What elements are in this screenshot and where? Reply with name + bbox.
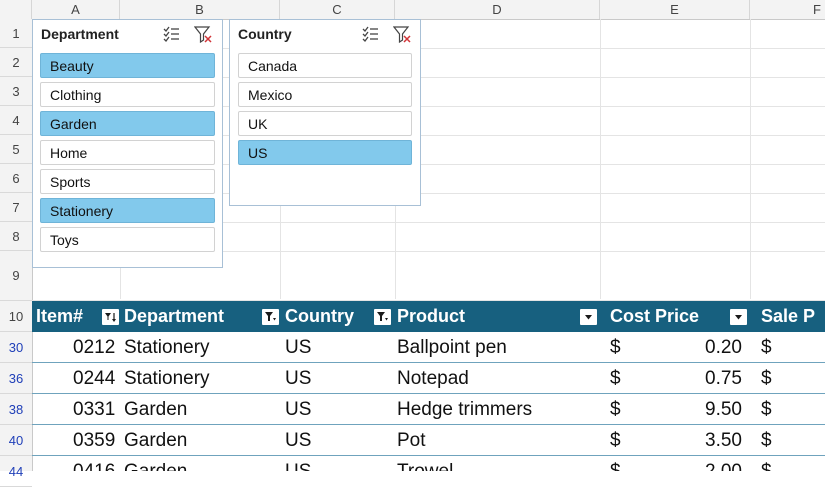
filter-dropdown-icon[interactable] — [580, 309, 597, 325]
header-item-number[interactable]: Item# — [36, 301, 83, 332]
slicer-item-toys[interactable]: Toys — [40, 227, 215, 252]
cell-product[interactable]: Notepad — [397, 363, 469, 394]
cell-cost-price[interactable]: 0.20 — [652, 332, 742, 363]
slicer-item-beauty[interactable]: Beauty — [40, 53, 215, 78]
department-slicer[interactable]: Department Beauty Clothing Garden Home S… — [32, 19, 223, 268]
multi-select-icon[interactable] — [162, 25, 180, 43]
header-product[interactable]: Product — [397, 301, 465, 332]
cell-product[interactable]: Ballpoint pen — [397, 332, 507, 363]
cell-cost-price[interactable]: 2.00 — [652, 456, 742, 471]
column-header-a[interactable]: A — [32, 0, 120, 19]
cell-department[interactable]: Garden — [124, 425, 187, 456]
cell-currency: $ — [610, 399, 621, 420]
cell-country[interactable]: US — [285, 332, 311, 363]
row-header[interactable]: 4 — [0, 106, 32, 135]
slicer-item-sports[interactable]: Sports — [40, 169, 215, 194]
slicer-item-stationery[interactable]: Stationery — [40, 198, 215, 223]
clear-filter-icon[interactable] — [194, 25, 212, 43]
cell-country[interactable]: US — [285, 456, 311, 471]
cell-department[interactable]: Garden — [124, 394, 187, 425]
slicer-item-canada[interactable]: Canada — [238, 53, 412, 78]
filter-applied-icon[interactable] — [262, 309, 279, 325]
slicer-item-uk[interactable]: UK — [238, 111, 412, 136]
cell-sale-currency[interactable]: $ — [761, 332, 772, 363]
gridline — [750, 19, 751, 299]
cell-sale-currency[interactable]: $ — [761, 425, 772, 456]
row-header[interactable]: 8 — [0, 222, 32, 251]
column-header-e[interactable]: E — [600, 0, 750, 19]
slicer-item-clothing[interactable]: Clothing — [40, 82, 215, 107]
cell-currency: $ — [610, 368, 621, 389]
column-header-b[interactable]: B — [120, 0, 280, 19]
cell-country[interactable]: US — [285, 363, 311, 394]
cell-product[interactable]: Hedge trimmers — [397, 394, 532, 425]
row-header[interactable]: 10 — [0, 301, 32, 332]
table-row: 0212 Stationery US Ballpoint pen $ 0.20 … — [32, 332, 825, 363]
cell-cost-price[interactable]: 0.75 — [652, 363, 742, 394]
cell-country[interactable]: US — [285, 425, 311, 456]
cell-item-number[interactable]: 0416 — [73, 456, 115, 471]
header-country[interactable]: Country — [285, 301, 354, 332]
column-headers: A B C D E F — [0, 0, 825, 20]
cell-department[interactable]: Stationery — [124, 363, 210, 394]
column-header-f[interactable]: F — [750, 0, 825, 19]
cell-department[interactable]: Stationery — [124, 332, 210, 363]
cell-currency: $ — [610, 337, 621, 358]
clear-filter-icon[interactable] — [393, 25, 411, 43]
slicer-item-home[interactable]: Home — [40, 140, 215, 165]
country-slicer-title: Country — [238, 26, 292, 42]
multi-select-icon[interactable] — [361, 25, 379, 43]
cell-currency: $ — [610, 430, 621, 451]
column-header-c[interactable]: C — [280, 0, 395, 19]
cell-cost-price[interactable]: 9.50 — [652, 394, 742, 425]
row-header-filtered[interactable]: 44 — [0, 456, 32, 487]
row-header[interactable]: 3 — [0, 77, 32, 106]
column-header-d[interactable]: D — [395, 0, 600, 19]
cell-cost-price[interactable]: 3.50 — [652, 425, 742, 456]
header-department[interactable]: Department — [124, 301, 224, 332]
select-all-corner[interactable] — [0, 0, 32, 19]
table-row: 0331 Garden US Hedge trimmers $ 9.50 $ — [32, 394, 825, 425]
gridline — [600, 19, 601, 299]
row-header[interactable]: 6 — [0, 164, 32, 193]
cell-country[interactable]: US — [285, 394, 311, 425]
country-slicer[interactable]: Country Canada Mexico UK US — [229, 19, 421, 206]
header-sale-price[interactable]: Sale P — [761, 301, 815, 332]
cell-department[interactable]: Garden — [124, 456, 187, 471]
sort-filter-icon[interactable] — [102, 309, 119, 325]
cell-product[interactable]: Trowel — [397, 456, 453, 471]
slicer-item-mexico[interactable]: Mexico — [238, 82, 412, 107]
row-header-filtered[interactable]: 38 — [0, 394, 32, 425]
row-header[interactable]: 1 — [0, 19, 32, 48]
row-header-filtered[interactable]: 36 — [0, 363, 32, 394]
table-row: 0244 Stationery US Notepad $ 0.75 $ — [32, 363, 825, 394]
row-header[interactable]: 9 — [0, 251, 32, 301]
department-slicer-title: Department — [41, 26, 119, 42]
cell-item-number[interactable]: 0244 — [73, 363, 115, 394]
cell-item-number[interactable]: 0359 — [73, 425, 115, 456]
table-header-row: Item# Department Country Product Cost Pr… — [32, 301, 825, 332]
cell-item-number[interactable]: 0212 — [73, 332, 115, 363]
row-headers: 1 2 3 4 5 6 7 8 9 10 30 36 38 40 44 — [0, 19, 33, 487]
row-header-filtered[interactable]: 30 — [0, 332, 32, 363]
header-cost-price[interactable]: Cost Price — [610, 301, 699, 332]
cell-product[interactable]: Pot — [397, 425, 426, 456]
cell-sale-currency[interactable]: $ — [761, 394, 772, 425]
slicer-item-garden[interactable]: Garden — [40, 111, 215, 136]
row-header[interactable]: 2 — [0, 48, 32, 77]
cell-sale-currency[interactable]: $ — [761, 456, 772, 471]
table-row: 0359 Garden US Pot $ 3.50 $ — [32, 425, 825, 456]
cell-currency: $ — [610, 456, 621, 471]
slicer-item-us[interactable]: US — [238, 140, 412, 165]
filter-applied-icon[interactable] — [374, 309, 391, 325]
row-header[interactable]: 7 — [0, 193, 32, 222]
cell-sale-currency[interactable]: $ — [761, 363, 772, 394]
table-row-partial: 0416 Garden US Trowel $ 2.00 $ — [32, 456, 825, 471]
cell-item-number[interactable]: 0331 — [73, 394, 115, 425]
row-header-filtered[interactable]: 40 — [0, 425, 32, 456]
row-header[interactable]: 5 — [0, 135, 32, 164]
filter-dropdown-icon[interactable] — [730, 309, 747, 325]
